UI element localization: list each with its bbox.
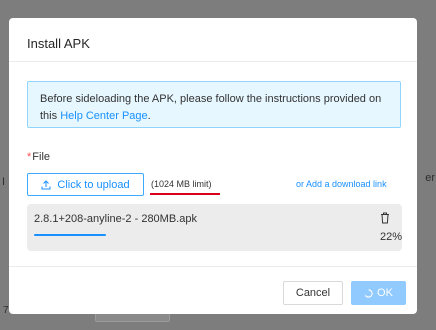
info-alert: Before sideloading the APK, please follo… (27, 81, 401, 128)
trash-icon[interactable] (380, 212, 390, 224)
alert-suffix: . (147, 110, 151, 122)
upload-percent: 22% (379, 231, 402, 243)
upload-icon (41, 179, 51, 189)
add-download-link[interactable]: or Add a download link (296, 179, 387, 189)
modal-header: Install APK (9, 18, 417, 62)
install-apk-modal: Install APK Before sideloading the APK, … (9, 18, 417, 314)
ok-button[interactable]: OK (351, 281, 406, 305)
upload-progress-fill (34, 234, 106, 236)
limit-highlight-underline (150, 193, 220, 195)
backdrop-fragment-right: er (425, 172, 435, 184)
ok-button-label: OK (377, 287, 393, 299)
uploaded-file-name: 2.8.1+208-anyline-2 - 280MB.apk (34, 213, 197, 225)
upload-progress-bar (34, 234, 359, 236)
upload-button-label: Click to upload (57, 178, 130, 191)
required-mark: * (27, 151, 32, 163)
help-center-link[interactable]: Help Center Page (60, 110, 147, 122)
backdrop-fragment-left: I (2, 176, 6, 188)
modal-title: Install APK (27, 36, 90, 51)
file-field-label: *File (27, 151, 50, 163)
uploaded-file-item: 2.8.1+208-anyline-2 - 280MB.apk 22% (27, 204, 402, 251)
upload-button[interactable]: Click to upload (27, 173, 144, 196)
spinner-icon (364, 288, 373, 298)
file-size-limit: (1024 MB limit) (151, 179, 212, 189)
modal-footer: Cancel OK (9, 266, 417, 314)
file-label-text: File (32, 151, 51, 163)
cancel-button[interactable]: Cancel (283, 281, 343, 305)
